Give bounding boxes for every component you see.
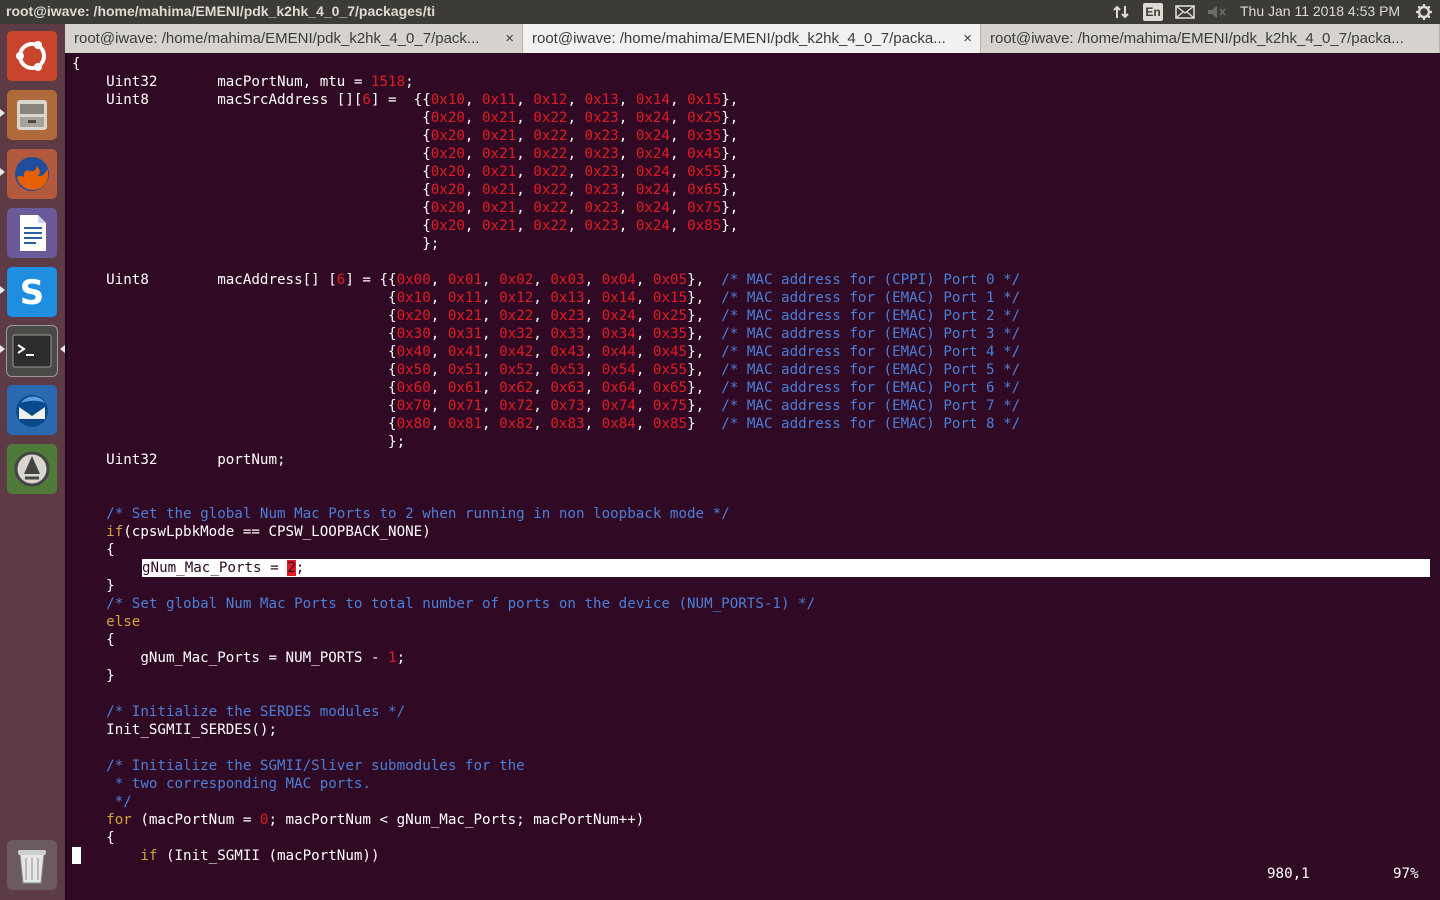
code-comment: /* Set global Num Mac Ports to total num… (72, 596, 816, 612)
firefox-button[interactable] (7, 149, 57, 199)
code-line: { (72, 542, 115, 558)
terminal-content[interactable]: { Uint32 macPortNum, mtu = 1518; Uint8 m… (65, 53, 1440, 900)
code-line: {0x20, 0x21, 0x22, 0x23, 0x24, 0x65}, (72, 182, 739, 198)
code-line: Init_SGMII_SERDES(); (72, 722, 277, 738)
code-line: } (72, 578, 115, 594)
ubuntu-dash-button[interactable] (7, 31, 57, 81)
skype-button[interactable]: S (7, 267, 57, 317)
files-button[interactable] (7, 90, 57, 140)
code-line: }; (72, 236, 440, 252)
code-line: Uint32 portNum; (72, 452, 286, 468)
volume-muted-icon[interactable] (1207, 5, 1227, 19)
close-icon[interactable]: × (505, 24, 514, 53)
cursor-position: 980,1 (1267, 866, 1310, 882)
code-line: } (72, 668, 115, 684)
code-line: if (Init_SGMII (macPortNum)) (72, 848, 380, 864)
code-line: {0x30, 0x31, 0x32, 0x33, 0x34, 0x35}, /*… (72, 326, 1021, 342)
code-line: {0x60, 0x61, 0x62, 0x63, 0x64, 0x65}, /*… (72, 380, 1021, 396)
code-line: { (72, 830, 115, 846)
text-cursor: 2 (287, 560, 296, 576)
terminal-icon (12, 334, 52, 368)
trash-button[interactable] (7, 840, 57, 890)
tab-label: root@iwave: /home/mahima/EMENI/pdk_k2hk_… (532, 30, 946, 47)
code-line: for (macPortNum = 0; macPortNum < gNum_M… (72, 812, 645, 828)
code-line: Uint8 macAddress[] [6] = {{0x00, 0x01, 0… (72, 272, 1021, 288)
command-cursor (72, 847, 81, 864)
terminal-tab-2[interactable]: root@iwave: /home/mahima/EMENI/pdk_k2hk_… (523, 24, 981, 53)
clock[interactable]: Thu Jan 11 2018 4:53 PM (1240, 3, 1400, 19)
thunderbird-button[interactable] (7, 385, 57, 435)
code-line: {0x20, 0x21, 0x22, 0x23, 0x24, 0x85}, (72, 218, 739, 234)
code-line: {0x70, 0x71, 0x72, 0x73, 0x74, 0x75}, /*… (72, 398, 1021, 414)
terminal-tab-1[interactable]: root@iwave: /home/mahima/EMENI/pdk_k2hk_… (65, 24, 523, 53)
keyboard-layout-indicator[interactable]: En (1143, 3, 1163, 21)
top-panel: root@iwave: /home/mahima/EMENI/pdk_k2hk_… (0, 0, 1440, 24)
code-line: {0x40, 0x41, 0x42, 0x43, 0x44, 0x45}, /*… (72, 344, 1021, 360)
software-updater-button[interactable] (7, 444, 57, 494)
code-comment: * two corresponding MAC ports. (72, 776, 371, 792)
trash-icon (18, 850, 46, 884)
code-line: {0x20, 0x21, 0x22, 0x23, 0x24, 0x75}, (72, 200, 739, 216)
skype-icon: S (20, 273, 45, 313)
code-comment: /* Initialize the SERDES modules */ (72, 704, 406, 720)
close-icon[interactable]: × (963, 24, 972, 53)
code-line: if(cpswLpbkMode == CPSW_LOOPBACK_NONE) (72, 524, 431, 540)
ubuntu-logo-icon (16, 41, 46, 71)
code-line: {0x20, 0x21, 0x22, 0x23, 0x24, 0x55}, (72, 164, 739, 180)
terminal-button[interactable] (6, 325, 58, 377)
code-keyword: else (72, 614, 141, 630)
code-line: Uint8 macSrcAddress [][6] = {{0x10, 0x11… (72, 92, 739, 108)
code-line: { (72, 632, 115, 648)
code-line: {0x10, 0x11, 0x12, 0x13, 0x14, 0x15}, /*… (72, 290, 1021, 306)
code-line: gNum_Mac_Ports = NUM_PORTS - 1; (72, 650, 406, 666)
code-line: Uint32 macPortNum, mtu = 1518; (72, 74, 414, 90)
writer-document-icon (20, 215, 46, 251)
terminal-tab-3[interactable]: root@iwave: /home/mahima/EMENI/pdk_k2hk_… (981, 24, 1440, 53)
code-comment: /* Initialize the SGMII/Sliver submodule… (72, 758, 525, 774)
code-line: }; (72, 434, 406, 450)
code-comment: */ (72, 794, 132, 810)
code-comment: /* Set the global Num Mac Ports to 2 whe… (72, 506, 730, 522)
code-line: {0x20, 0x21, 0x22, 0x23, 0x24, 0x25}, (72, 110, 739, 126)
highlighted-line: gNum_Mac_Ports = 2; (142, 559, 1430, 577)
thunderbird-icon (16, 395, 48, 427)
libreoffice-writer-button[interactable] (7, 208, 57, 258)
file-cabinet-icon (17, 100, 47, 130)
firefox-icon (15, 157, 49, 191)
svg-text:S: S (20, 273, 45, 313)
software-updater-icon (14, 451, 50, 487)
tab-label: root@iwave: /home/mahima/EMENI/pdk_k2hk_… (74, 30, 480, 47)
mail-icon[interactable] (1175, 5, 1195, 19)
code-line: {0x20, 0x21, 0x22, 0x23, 0x24, 0x25}, /*… (72, 308, 1021, 324)
code-line: { (72, 56, 81, 72)
window-title: root@iwave: /home/mahima/EMENI/pdk_k2hk_… (6, 3, 436, 19)
code-line: {0x20, 0x21, 0x22, 0x23, 0x24, 0x45}, (72, 146, 739, 162)
tab-label: root@iwave: /home/mahima/EMENI/pdk_k2hk_… (990, 30, 1404, 47)
code-line: {0x20, 0x21, 0x22, 0x23, 0x24, 0x35}, (72, 128, 739, 144)
scroll-percent: 97% (1393, 866, 1419, 882)
launcher: S (0, 24, 65, 900)
network-transfer-icon[interactable] (1113, 4, 1129, 20)
code-line: gNum_Mac_Ports = 2; (142, 560, 305, 576)
code-line: {0x80, 0x81, 0x82, 0x83, 0x84, 0x85} /* … (72, 416, 1021, 432)
code-line: {0x50, 0x51, 0x52, 0x53, 0x54, 0x55}, /*… (72, 362, 1021, 378)
terminal-tab-bar: root@iwave: /home/mahima/EMENI/pdk_k2hk_… (65, 24, 1440, 53)
settings-gear-icon[interactable] (1415, 3, 1433, 21)
